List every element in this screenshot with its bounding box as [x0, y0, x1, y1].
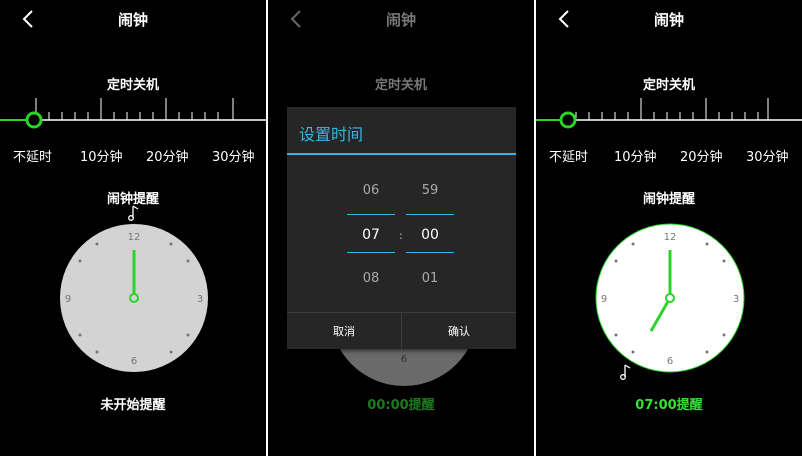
- cancel-button[interactable]: 取消: [287, 313, 401, 350]
- screen-3: 闹钟 定时关机 不延时 10分钟 20分钟 30分钟 闹钟提醒 12 3 6 9: [536, 0, 802, 456]
- tick-label: 10分钟: [614, 150, 657, 165]
- slider-tick-labels: 不延时 10分钟 20分钟 30分钟: [0, 146, 266, 165]
- minute-selection-line: [406, 252, 454, 253]
- page-title: 闹钟: [117, 11, 148, 29]
- page-title: 闹钟: [653, 11, 684, 29]
- alarm-status: 未开始提醒: [100, 398, 166, 413]
- clock-number-6: 6: [667, 356, 673, 367]
- shutdown-timer-slider[interactable]: [536, 92, 802, 136]
- music-note-icon: [620, 364, 631, 380]
- hour-selection-line: [347, 252, 395, 253]
- clock-number-9: 9: [65, 294, 71, 305]
- alarm-clock-dial[interactable]: 12 3 6 9: [594, 222, 746, 374]
- alarm-clock-dial[interactable]: 12 3 6 9: [58, 222, 210, 374]
- tick-label: 20分钟: [146, 150, 189, 165]
- confirm-button[interactable]: 确认: [402, 313, 516, 350]
- minute-prev[interactable]: 59: [406, 183, 454, 198]
- shutdown-label: 定时关机: [106, 78, 159, 93]
- set-time-dialog: 设置时间 06 07 08 : 59 00 01 取消 确认: [287, 107, 516, 350]
- tick-label: 30分钟: [212, 150, 255, 165]
- alarm-status: 00:00提醒: [367, 398, 435, 413]
- tick-label: 不延时: [549, 150, 589, 165]
- hour-prev[interactable]: 06: [347, 183, 395, 198]
- clock-number-6: 6: [131, 356, 137, 367]
- tick-label: 不延时: [13, 150, 53, 165]
- page-title: 闹钟: [385, 11, 416, 29]
- minute-next[interactable]: 01: [406, 271, 454, 286]
- clock-number-12: 12: [664, 232, 677, 243]
- minute-selected[interactable]: 00: [406, 227, 454, 243]
- slider-thumb: [25, 111, 43, 129]
- dialog-title-divider: [287, 153, 516, 155]
- clock-number-3: 3: [197, 294, 203, 305]
- shutdown-timer-slider[interactable]: [0, 92, 266, 136]
- clock-number-3: 3: [733, 294, 739, 305]
- hour-selected[interactable]: 07: [347, 227, 395, 243]
- hour-next[interactable]: 08: [347, 271, 395, 286]
- shutdown-label: 定时关机: [642, 78, 695, 93]
- music-note-icon: [128, 205, 139, 221]
- minute-selection-line: [406, 214, 454, 215]
- dialog-button-bar: 取消 确认: [287, 312, 516, 350]
- hour-selection-line: [347, 214, 395, 215]
- clock-number-9: 9: [601, 294, 607, 305]
- slider-tick-labels: 不延时 10分钟 20分钟 30分钟: [536, 146, 802, 165]
- alarm-reminder-label: 闹钟提醒: [642, 192, 695, 207]
- tick-label: 20分钟: [680, 150, 723, 165]
- dialog-title: 设置时间: [299, 125, 364, 144]
- time-colon: :: [399, 229, 403, 242]
- screen-1: 闹钟 定时关机 不延时 10分钟 20分钟 30分钟 闹钟提醒 12 3 6 9…: [0, 0, 266, 456]
- tick-label: 10分钟: [80, 150, 123, 165]
- slider-thumb: [559, 111, 577, 129]
- shutdown-label: 定时关机: [374, 78, 427, 93]
- tick-label: 30分钟: [746, 150, 789, 165]
- clock-number-12: 12: [128, 232, 141, 243]
- alarm-status: 07:00提醒: [635, 398, 703, 413]
- clock-number-6: 6: [401, 354, 407, 365]
